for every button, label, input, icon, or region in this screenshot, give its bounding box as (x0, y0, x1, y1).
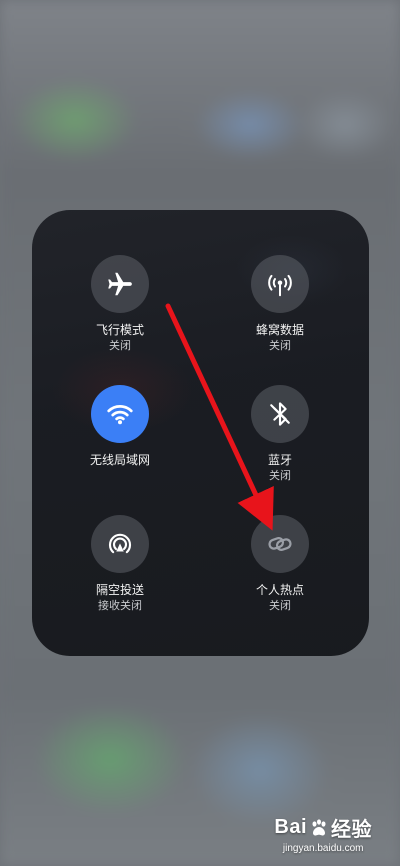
bluetooth-status: 关闭 (269, 469, 291, 482)
watermark-logo: Bai 经验 (274, 813, 372, 842)
airplane-mode-status: 关闭 (109, 339, 131, 352)
cellular-data-toggle[interactable]: 蜂窝数据 关闭 (220, 255, 340, 354)
personal-hotspot-button[interactable] (251, 515, 309, 573)
screen: 飞行模式 关闭 蜂窝数据 关闭 无线局域网 蓝牙 关闭 隔空投送 接收关闭 个人… (0, 0, 400, 866)
bluetooth-button[interactable] (251, 385, 309, 443)
airplane-mode-toggle[interactable]: 飞行模式 关闭 (60, 255, 180, 354)
personal-hotspot-icon (268, 537, 292, 551)
cellular-data-status: 关闭 (269, 339, 291, 352)
airdrop-toggle[interactable]: 隔空投送 接收关闭 (60, 515, 180, 614)
baidu-paw-icon (312, 818, 326, 835)
airdrop-button[interactable] (91, 515, 149, 573)
airplane-mode-label: 飞行模式 (95, 323, 144, 337)
wifi-label: 无线局域网 (89, 453, 150, 467)
wifi-icon (107, 404, 133, 425)
wifi-button[interactable] (91, 385, 149, 443)
watermark-brand-left: Bai (274, 816, 307, 838)
airplane-mode-button[interactable] (91, 255, 149, 313)
cellular-data-button[interactable] (251, 255, 309, 313)
airplane-icon (108, 272, 132, 296)
wifi-toggle[interactable]: 无线局域网 (60, 385, 180, 468)
airdrop-status: 接收关闭 (98, 599, 142, 612)
cellular-data-icon (268, 274, 292, 297)
bluetooth-icon (270, 402, 290, 426)
watermark-site: jingyan.baidu.com (282, 843, 364, 854)
personal-hotspot-toggle[interactable]: 个人热点 关闭 (220, 515, 340, 614)
personal-hotspot-label: 个人热点 (255, 583, 304, 597)
watermark-brand-right: 经验 (331, 819, 372, 841)
airdrop-icon (108, 533, 132, 554)
airdrop-label: 隔空投送 (95, 583, 144, 597)
bluetooth-toggle[interactable]: 蓝牙 关闭 (220, 385, 340, 484)
cellular-data-label: 蜂窝数据 (255, 323, 304, 337)
baidu-jingyan-watermark: Bai 经验 jingyan.baidu.com (274, 813, 372, 854)
bluetooth-label: 蓝牙 (267, 453, 292, 467)
connectivity-panel: 飞行模式 关闭 蜂窝数据 关闭 无线局域网 蓝牙 关闭 隔空投送 接收关闭 个人… (32, 210, 369, 656)
personal-hotspot-status: 关闭 (269, 599, 291, 612)
